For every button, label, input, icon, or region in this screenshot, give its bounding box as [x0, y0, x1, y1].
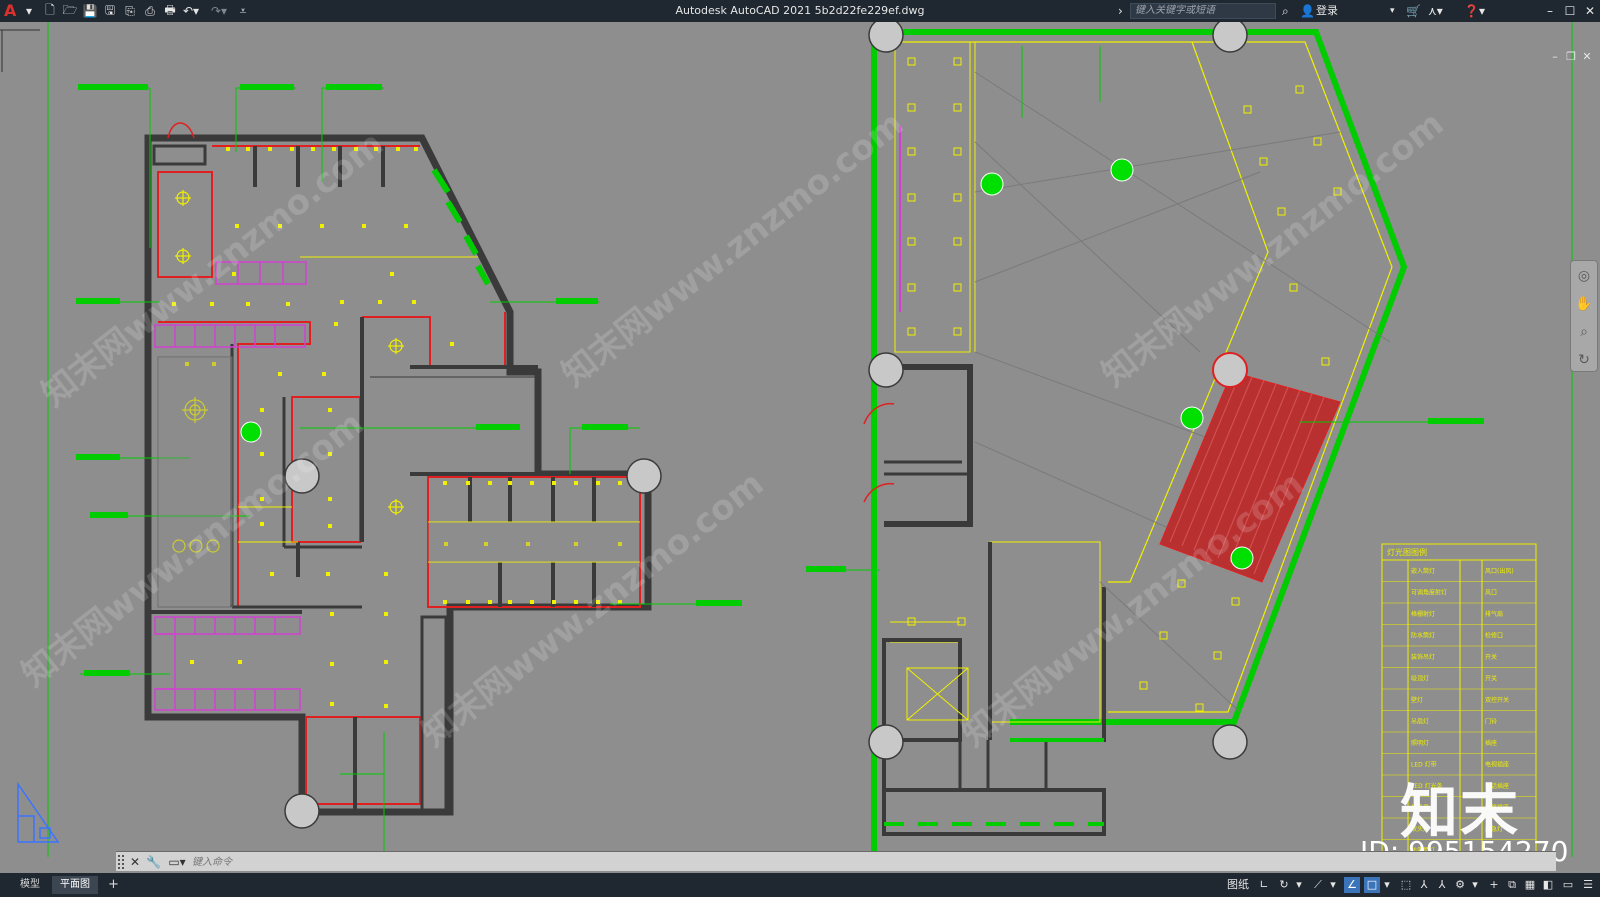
- tab-layout[interactable]: 平面图: [52, 876, 98, 894]
- units-icon[interactable]: ⧉: [1504, 877, 1520, 893]
- plot-preview-icon[interactable]: ⎙: [142, 3, 158, 19]
- search-input[interactable]: 键入关键字或短语: [1130, 3, 1276, 19]
- undo-icon[interactable]: ↶▾: [182, 3, 200, 19]
- viewport-close-button[interactable]: ✕: [1580, 50, 1594, 63]
- autodesk-a360-icon[interactable]: ⋏▾: [1428, 3, 1443, 19]
- navigation-bar: ◎ ✋ ⌕ ↻: [1570, 260, 1598, 372]
- left-floor-plan: [76, 84, 742, 857]
- annotation-monitor-icon[interactable]: +: [1486, 877, 1502, 893]
- workspace-gear-icon[interactable]: ⚙: [1452, 877, 1468, 893]
- customization-menu-icon[interactable]: ☰: [1580, 877, 1596, 893]
- cart-icon[interactable]: 🛒: [1406, 3, 1421, 19]
- legend-title: 灯光图图例: [1387, 547, 1427, 557]
- legend-item-right: 排气扇: [1485, 610, 1503, 618]
- autocad-logo-icon[interactable]: A: [4, 2, 20, 20]
- publish-icon[interactable]: ⎘: [122, 3, 138, 19]
- legend-item-right: 开关: [1485, 675, 1497, 683]
- minimize-button[interactable]: –: [1540, 2, 1560, 20]
- legend-item-right: 门铃: [1485, 718, 1497, 726]
- annotation-scale-icon[interactable]: ⅄: [1434, 877, 1450, 893]
- open-folder-icon[interactable]: 🗁: [62, 3, 78, 19]
- legend-item-left: 嵌入筒灯: [1411, 567, 1435, 575]
- orbit-icon[interactable]: ↻: [1571, 347, 1597, 373]
- command-input[interactable]: [190, 853, 1390, 871]
- recent-commands-icon[interactable]: ▭▾: [166, 854, 188, 870]
- add-layout-icon[interactable]: +: [100, 876, 127, 894]
- fullscreen-icon[interactable]: ▭: [1560, 877, 1576, 893]
- close-button[interactable]: ✕: [1580, 2, 1600, 20]
- object-snap-tracking-icon[interactable]: ∠: [1344, 877, 1360, 893]
- legend-item-right: 插座: [1485, 739, 1497, 747]
- legend-item-right: 风口: [1485, 590, 1497, 597]
- isodraft-dropdown-icon[interactable]: ▾: [1328, 877, 1338, 893]
- login-dropdown-icon[interactable]: ▾: [1390, 3, 1395, 19]
- legend-item-left: 格栅射灯: [1411, 610, 1435, 618]
- maximize-button[interactable]: ☐: [1560, 2, 1580, 20]
- help-icon[interactable]: ❓▾: [1464, 3, 1485, 19]
- redo-icon[interactable]: ↷▾: [210, 3, 228, 19]
- isodraft-icon[interactable]: ⟋: [1310, 877, 1326, 893]
- isolate-objects-icon[interactable]: ◧: [1540, 877, 1556, 893]
- autocad-window: A ▾ 🗋 🗁 💾 🖫 ⎘ ⎙ 🖶 ↶▾ ↷▾ ⩡ Autodesk AutoC…: [0, 0, 1600, 897]
- pan-hand-icon[interactable]: ✋: [1571, 291, 1597, 317]
- drawing-canvas[interactable]: 灯光图图例 嵌入筒灯 可调角度射灯 格栅射灯 防水筒灯 装饰吊灯 吸顶灯 壁灯 吊扇灯 照明灯 L…: [0, 22, 1600, 857]
- legend-item-left: 装饰吊灯: [1411, 653, 1435, 661]
- ceiling-grid-lines: [974, 71, 1391, 713]
- viewport-minimize-button[interactable]: –: [1548, 50, 1562, 63]
- customize-toolbar-icon[interactable]: ⩡: [238, 3, 248, 19]
- legend-item-left: 防水筒灯: [1411, 632, 1435, 640]
- search-icon[interactable]: ⌕: [1282, 3, 1289, 19]
- app-menu-chevron-icon[interactable]: ▾: [24, 3, 34, 19]
- annotation-visibility-icon[interactable]: ⅄: [1416, 877, 1432, 893]
- command-line-grip-icon[interactable]: [118, 855, 124, 869]
- ucs-icon: [17, 781, 60, 843]
- zoom-extents-icon[interactable]: ⌕: [1571, 319, 1597, 345]
- title-bar: A ▾ 🗋 🗁 💾 🖫 ⎘ ⎙ 🖶 ↶▾ ↷▾ ⩡ Autodesk AutoC…: [0, 0, 1600, 22]
- ortho-icon[interactable]: ∟: [1256, 877, 1272, 893]
- command-line: ✕ 🔧 ▭▾: [116, 851, 1556, 871]
- status-bar: 模型 平面图 + 图纸 ∟ ↻ ▾ ⟋ ▾ ∠ □ ▾ ⬚ ⅄ ⅄ ⚙ ▾ + …: [0, 873, 1600, 897]
- close-command-line-icon[interactable]: ✕: [128, 854, 142, 870]
- quick-properties-icon[interactable]: ▦: [1522, 877, 1538, 893]
- paper-space-toggle[interactable]: 图纸: [1226, 877, 1250, 893]
- legend-item-left: 照明灯: [1411, 739, 1429, 747]
- legend-item-right: 开关: [1485, 653, 1497, 661]
- customize-icon[interactable]: 🔧: [146, 854, 161, 870]
- legend-item-left: 吊扇灯: [1411, 718, 1429, 726]
- tab-model[interactable]: 模型: [12, 876, 48, 894]
- legend-item-right: 双控开关: [1485, 696, 1509, 704]
- new-file-icon[interactable]: 🗋: [42, 3, 58, 19]
- steering-wheel-icon[interactable]: ◎: [1571, 263, 1597, 289]
- print-icon[interactable]: 🖶: [162, 3, 178, 19]
- polar-dropdown-icon[interactable]: ▾: [1294, 877, 1304, 893]
- object-snap-dropdown-icon[interactable]: ▾: [1382, 877, 1392, 893]
- save-icon[interactable]: 💾: [82, 3, 98, 19]
- polar-icon[interactable]: ↻: [1276, 877, 1292, 893]
- selection-cycling-icon[interactable]: ⬚: [1398, 877, 1414, 893]
- login-label[interactable]: 登录: [1316, 3, 1338, 19]
- legend-item-left: 可调角度射灯: [1411, 589, 1447, 597]
- legend-item-left: 吸顶灯: [1411, 675, 1429, 683]
- legend-item-right: 风口(出风): [1485, 567, 1514, 575]
- user-icon[interactable]: 👤: [1300, 3, 1315, 19]
- object-snap-icon[interactable]: □: [1364, 877, 1380, 893]
- viewport-restore-button[interactable]: ❐: [1564, 50, 1578, 63]
- save-as-icon[interactable]: 🖫: [102, 3, 118, 19]
- legend-item-left: 壁灯: [1411, 696, 1423, 704]
- workspace-dropdown-icon[interactable]: ▾: [1470, 877, 1480, 893]
- legend-item-right: 检修口: [1485, 632, 1503, 640]
- search-expand-icon[interactable]: ›: [1118, 3, 1123, 19]
